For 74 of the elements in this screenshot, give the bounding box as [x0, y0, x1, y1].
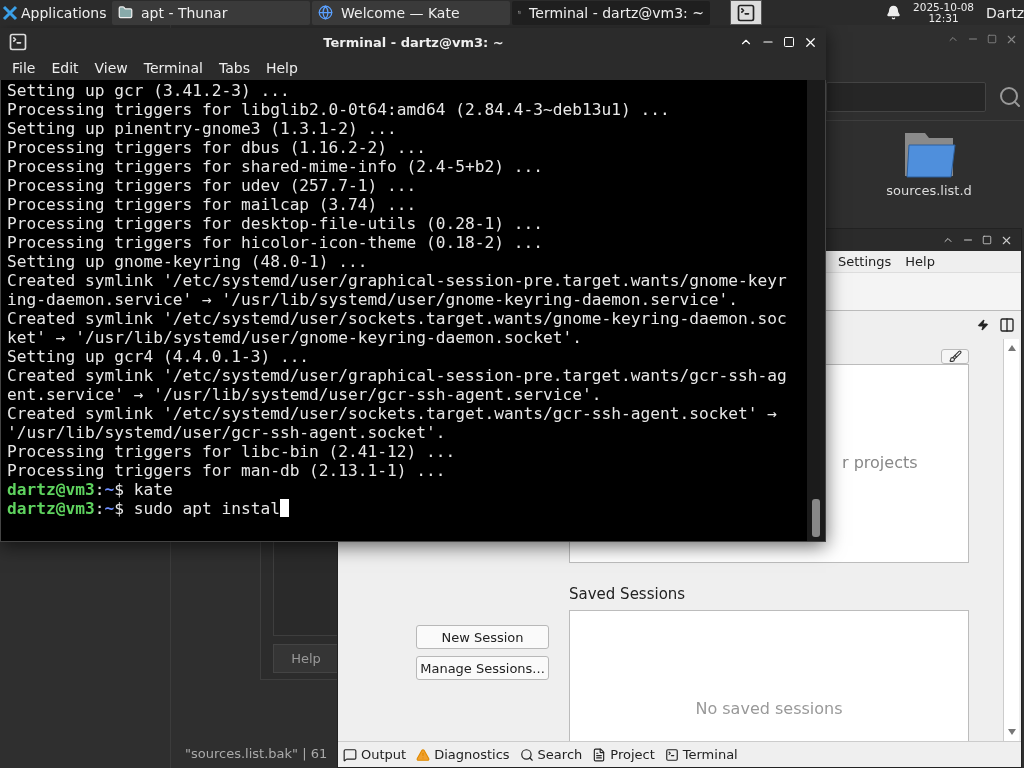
manage-sessions-button[interactable]: Manage Sessions... — [416, 656, 549, 680]
section-heading: Saved Sessions — [569, 585, 687, 603]
folder-label: sources.list.d — [886, 183, 972, 198]
status-text: "sources.list.bak" | 61 — [185, 746, 328, 761]
command-text: $ kate — [114, 480, 173, 499]
broom-icon — [948, 350, 962, 363]
output-line: Processing triggers for man-db (2.13.1-1) ... — [7, 461, 446, 480]
clear-button[interactable] — [941, 349, 969, 364]
new-session-button[interactable]: New Session — [416, 625, 549, 649]
folder-icon — [118, 5, 133, 20]
scrollbar[interactable] — [1003, 339, 1019, 741]
output-line: Created symlink '/etc/systemd/user/sockets.target.wants/gnome-keyring-daemon.soc — [7, 309, 787, 328]
command-text: $ sudo apt instal — [114, 499, 280, 518]
output-line: '/usr/lib/systemd/user/gcr-ssh-agent.socket'. — [7, 423, 446, 442]
menu-item[interactable]: Tabs — [210, 60, 258, 76]
output-line: Processing triggers for libglib2.0-0t64:amd64 (2.84.4-3~deb13u1) ... — [7, 100, 670, 119]
output-line: Setting up gcr (3.41.2-3) ... — [7, 81, 290, 100]
tool-tab[interactable]: Output — [343, 747, 407, 762]
output-line: Setting up pinentry-gnome3 (1.3.1-2) ... — [7, 119, 397, 138]
search-icon[interactable] — [998, 85, 1022, 109]
bell-icon[interactable] — [886, 5, 901, 20]
tool-tab[interactable]: Project — [592, 747, 655, 762]
tool-tab[interactable]: Diagnostics — [416, 747, 510, 762]
output-line: ket' → '/usr/lib/systemd/user/gnome-keyring-daemon.socket'. — [7, 328, 582, 347]
tool-tab[interactable]: Terminal — [664, 747, 738, 762]
scrollbar[interactable] — [807, 80, 825, 541]
menu-item[interactable]: Settings — [838, 254, 892, 269]
output-line: Processing triggers for shared-mime-info (2.4-5+b2) ... — [7, 157, 543, 176]
output-line: Setting up gnome-keyring (48.0-1) ... — [7, 252, 368, 271]
prompt-user: dartz@vm3 — [7, 499, 95, 518]
output-line: Processing triggers for libc-bin (2.41-12) ... — [7, 442, 456, 461]
output-line: Processing triggers for dbus (1.16.2-2) ... — [7, 138, 427, 157]
x-logo-icon — [2, 4, 18, 21]
output-line: Created symlink '/etc/systemd/user/graphical-session-pre.target.wants/gcr-ssh-ag — [7, 366, 787, 385]
task-button[interactable]: apt - Thunar — [112, 0, 310, 25]
prompt-path: ~ — [104, 499, 115, 518]
menu-item[interactable]: Terminal — [135, 60, 211, 76]
output-line: Processing triggers for desktop-file-utils (0.28-1) ... — [7, 214, 543, 233]
split-view-icon[interactable] — [999, 317, 1015, 333]
placeholder-text: r projects — [842, 453, 919, 472]
task-button[interactable]: Welcome — Kate — [312, 0, 510, 25]
menu-item[interactable]: Help — [257, 60, 306, 76]
lightning-icon[interactable] — [977, 319, 989, 331]
tool-tab[interactable]: Search — [519, 747, 583, 762]
speech-bubble-icon — [343, 747, 357, 762]
user-name[interactable]: Dartz — [986, 4, 1024, 21]
document-icon — [592, 747, 607, 762]
search-icon — [519, 747, 534, 762]
prompt-separator: : — [94, 499, 105, 518]
output-line: ing-daemon.service' → '/usr/lib/systemd/user/gnome-keyring-daemon.service'. — [7, 290, 738, 309]
prompt-path: ~ — [104, 480, 115, 499]
output-line: Created symlink '/etc/systemd/user/sockets.target.wants/gcr-ssh-agent.socket' → — [7, 404, 777, 423]
prompt-separator: : — [94, 480, 105, 499]
prompt-user: dartz@vm3 — [7, 480, 95, 499]
globe-icon — [318, 5, 333, 20]
task-button[interactable]: Terminal - dartz@vm3: ~ — [512, 0, 710, 25]
scroll-up-icon[interactable] — [1007, 345, 1016, 351]
output-line: ent.service' → '/usr/lib/systemd/user/gcr-ssh-agent.service'. — [7, 385, 602, 404]
output-line: Processing triggers for udev (257.7-1) ... — [7, 176, 417, 195]
menu-item[interactable]: File — [4, 60, 44, 76]
menu-item[interactable]: Help — [905, 254, 935, 269]
output-line: Setting up gcr4 (4.4.0.1-3) ... — [7, 347, 310, 366]
help-button[interactable]: Help — [273, 644, 339, 673]
search-field[interactable] — [826, 82, 986, 112]
scroll-down-icon[interactable] — [1007, 729, 1016, 735]
empty-text: No saved sessions — [695, 699, 843, 718]
clock[interactable]: 2025-10-08 12:31 — [913, 1, 975, 24]
output-line: Created symlink '/etc/systemd/user/graphical-session-pre.target.wants/gnome-keyr — [7, 271, 787, 290]
menu-item[interactable]: View — [86, 60, 136, 76]
output-line: Processing triggers for hicolor-icon-theme (0.18-2) ... — [7, 233, 543, 252]
warning-icon — [416, 747, 431, 762]
menu-item[interactable]: Edit — [43, 60, 87, 76]
window-title: Terminal - dartz@vm3: ~ — [322, 34, 505, 50]
output-line: Processing triggers for mailcap (3.74) ... — [7, 195, 417, 214]
